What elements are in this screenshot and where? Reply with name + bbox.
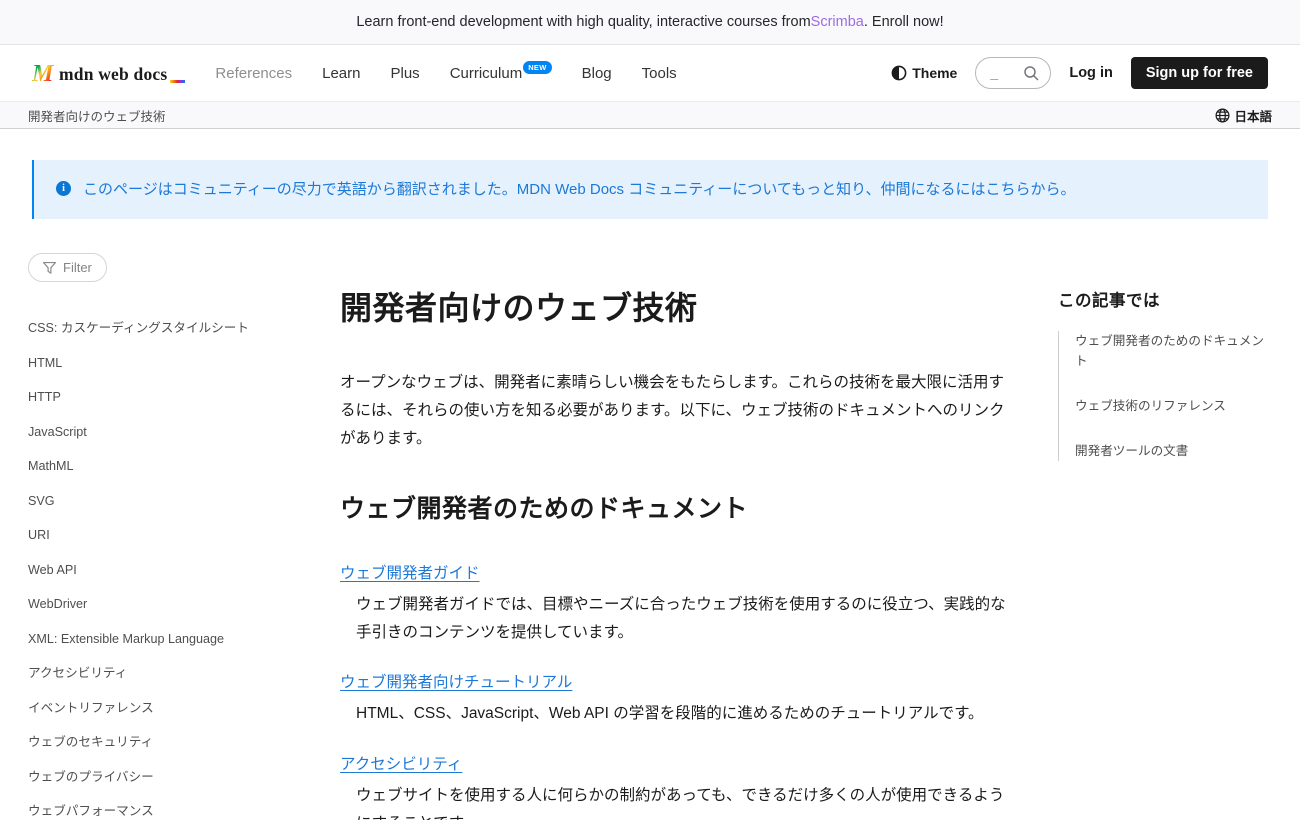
main-nav: References Learn Plus CurriculumNEW Blog… bbox=[215, 65, 676, 82]
sidebar-item-webapi[interactable]: Web API bbox=[28, 564, 300, 577]
link-web-developer-tutorials[interactable]: ウェブ開発者向けチュートリアル bbox=[340, 674, 572, 691]
link-web-developer-guide[interactable]: ウェブ開発者ガイド bbox=[340, 565, 480, 582]
sidebar-item-svg[interactable]: SVG bbox=[28, 495, 300, 508]
left-sidebar: Filter CSS: カスケーディングスタイルシート HTML HTTP Ja… bbox=[28, 253, 300, 820]
new-badge: NEW bbox=[523, 61, 551, 74]
search-icon bbox=[1023, 65, 1040, 82]
entry-description: HTML、CSS、JavaScript、Web API の学習を段階的に進めるた… bbox=[356, 700, 1018, 728]
theme-label: Theme bbox=[912, 65, 957, 81]
breadcrumb[interactable]: 開発者向けのウェブ技術 bbox=[28, 106, 166, 125]
sidebar-item-javascript[interactable]: JavaScript bbox=[28, 426, 300, 439]
filter-button[interactable]: Filter bbox=[28, 253, 107, 282]
sidebar-item-accessibility[interactable]: アクセシビリティ bbox=[28, 667, 300, 680]
sidebar-item-webdriver[interactable]: WebDriver bbox=[28, 598, 300, 611]
nav-curriculum[interactable]: CurriculumNEW bbox=[450, 65, 552, 82]
nav-learn[interactable]: Learn bbox=[322, 65, 360, 82]
globe-icon bbox=[1215, 108, 1230, 123]
svg-text:M: M bbox=[32, 61, 54, 85]
doc-entry: ウェブ開発者ガイド ウェブ開発者ガイドでは、目標やニーズに合ったウェブ技術を使用… bbox=[340, 561, 1018, 647]
nav-tools[interactable]: Tools bbox=[642, 65, 677, 82]
sidebar-item-web-security[interactable]: ウェブのセキュリティ bbox=[28, 736, 300, 749]
sidebar-item-css[interactable]: CSS: カスケーディングスタイルシート bbox=[28, 322, 300, 335]
toc-item-devtools[interactable]: 開発者ツールの文書 bbox=[1075, 441, 1272, 461]
language-label: 日本語 bbox=[1234, 106, 1272, 125]
sidebar-item-uri[interactable]: URI bbox=[28, 529, 300, 542]
search-caret: _ bbox=[990, 68, 998, 78]
article-bar: 開発者向けのウェブ技術 日本語 bbox=[0, 101, 1300, 129]
localization-notice: i このページはコミュニティーの尽力で英語から翻訳されました。MDN Web D… bbox=[32, 160, 1268, 219]
notice-text[interactable]: このページはコミュニティーの尽力で英語から翻訳されました。MDN Web Doc… bbox=[83, 179, 1076, 200]
sidebar-item-web-performance[interactable]: ウェブパフォーマンス bbox=[28, 805, 300, 818]
filter-label: Filter bbox=[63, 260, 92, 275]
toc-item-reference[interactable]: ウェブ技術のリファレンス bbox=[1075, 396, 1272, 416]
sidebar-nav-list: CSS: カスケーディングスタイルシート HTML HTTP JavaScrip… bbox=[28, 322, 300, 818]
sidebar-item-xml[interactable]: XML: Extensible Markup Language bbox=[28, 633, 300, 646]
sidebar-item-web-privacy[interactable]: ウェブのプライバシー bbox=[28, 771, 300, 784]
scrimba-link[interactable]: Scrimba bbox=[811, 14, 864, 30]
sidebar-item-mathml[interactable]: MathML bbox=[28, 460, 300, 473]
login-button[interactable]: Log in bbox=[1069, 65, 1113, 81]
filter-icon bbox=[43, 262, 56, 274]
promo-text-after: . Enroll now! bbox=[864, 14, 944, 30]
sidebar-item-event-reference[interactable]: イベントリファレンス bbox=[28, 702, 300, 715]
mdn-logo-text: mdn web docs bbox=[59, 64, 167, 85]
intro-paragraph: オープンなウェブは、開発者に素晴らしい機会をもたらします。これらの技術を最大限に… bbox=[340, 369, 1018, 453]
signup-button[interactable]: Sign up for free bbox=[1131, 57, 1268, 89]
info-icon: i bbox=[56, 181, 71, 196]
theme-toggle[interactable]: Theme bbox=[891, 65, 957, 81]
mdn-logo-m-icon: M bbox=[32, 61, 54, 85]
toc-sidebar: この記事では ウェブ開発者のためのドキュメント ウェブ技術のリファレンス 開発者… bbox=[1058, 253, 1272, 820]
section-title-docs: ウェブ開発者のためのドキュメント bbox=[340, 489, 1018, 525]
site-header: M mdn web docs References Learn Plus Cur… bbox=[0, 45, 1300, 101]
sidebar-item-html[interactable]: HTML bbox=[28, 357, 300, 370]
toc-list: ウェブ開発者のためのドキュメント ウェブ技術のリファレンス 開発者ツールの文書 bbox=[1058, 331, 1272, 461]
promo-text-before: Learn front-end development with high qu… bbox=[356, 14, 810, 30]
page-title: 開発者向けのウェブ技術 bbox=[340, 283, 1018, 329]
article-content: 開発者向けのウェブ技術 オープンなウェブは、開発者に素晴らしい機会をもたらします… bbox=[340, 253, 1018, 820]
nav-curriculum-label: Curriculum bbox=[450, 65, 523, 82]
theme-icon bbox=[891, 65, 907, 81]
language-switcher[interactable]: 日本語 bbox=[1215, 106, 1272, 125]
mdn-logo[interactable]: M mdn web docs bbox=[32, 61, 185, 85]
promo-banner: Learn front-end development with high qu… bbox=[0, 0, 1300, 45]
link-accessibility[interactable]: アクセシビリティ bbox=[340, 756, 462, 773]
doc-entry: ウェブ開発者向けチュートリアル HTML、CSS、JavaScript、Web … bbox=[340, 670, 1018, 728]
page-layout: Filter CSS: カスケーディングスタイルシート HTML HTTP Ja… bbox=[0, 219, 1300, 820]
entry-description: ウェブサイトを使用する人に何らかの制約があっても、できるだけ多くの人が使用できる… bbox=[356, 782, 1018, 820]
sidebar-item-http[interactable]: HTTP bbox=[28, 391, 300, 404]
nav-references[interactable]: References bbox=[215, 65, 292, 82]
header-actions: Theme _ Log in Sign up for free bbox=[891, 57, 1268, 89]
toc-item-docs[interactable]: ウェブ開発者のためのドキュメント bbox=[1075, 331, 1272, 371]
nav-blog[interactable]: Blog bbox=[582, 65, 612, 82]
entry-description: ウェブ開発者ガイドでは、目標やニーズに合ったウェブ技術を使用するのに役立つ、実践… bbox=[356, 591, 1018, 647]
mdn-logo-underscore-icon bbox=[170, 80, 185, 83]
search-input[interactable]: _ bbox=[975, 57, 1051, 89]
doc-entry: アクセシビリティ ウェブサイトを使用する人に何らかの制約があっても、できるだけ多… bbox=[340, 752, 1018, 820]
toc-title: この記事では bbox=[1058, 287, 1272, 311]
nav-plus[interactable]: Plus bbox=[391, 65, 420, 82]
